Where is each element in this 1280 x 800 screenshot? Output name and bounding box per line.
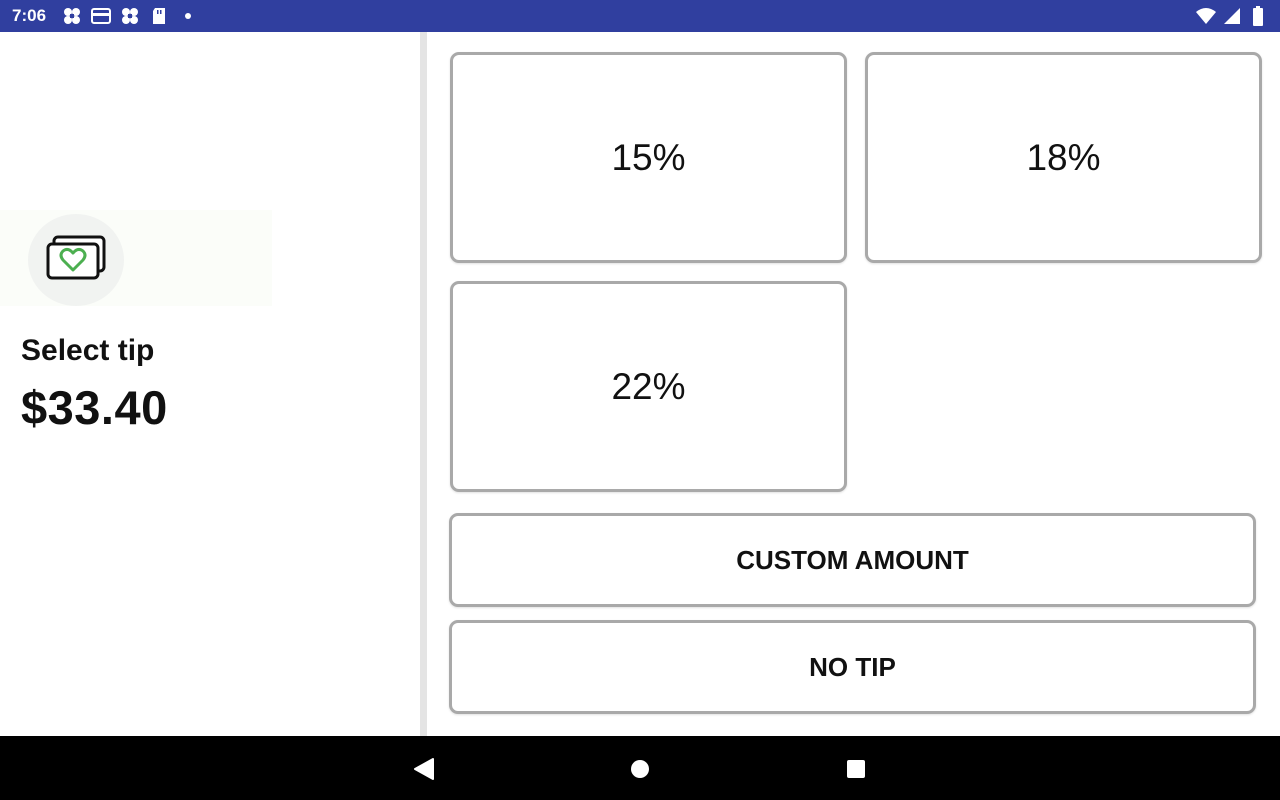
select-tip-label: Select tip: [21, 334, 155, 367]
no-tip-button[interactable]: NO TIP: [449, 620, 1256, 714]
back-icon[interactable]: [411, 756, 437, 782]
tip-icon-circle: [28, 214, 124, 306]
status-bar: 7:06: [0, 0, 1280, 32]
home-icon[interactable]: [627, 756, 653, 782]
notification-icons: [62, 6, 198, 26]
signal-icon: [1222, 6, 1242, 26]
tip-option-18[interactable]: 18%: [865, 52, 1262, 263]
dot-icon: [178, 6, 198, 26]
recents-icon[interactable]: [843, 756, 869, 782]
system-icons: [1196, 6, 1268, 26]
tip-cash-heart-icon: [45, 235, 107, 286]
panel-divider: [420, 32, 427, 736]
app-icon: [120, 6, 140, 26]
tip-icon-area: [0, 210, 272, 306]
wifi-icon: [1196, 6, 1216, 26]
card-icon: [91, 6, 111, 26]
battery-icon: [1248, 6, 1268, 26]
tip-option-22[interactable]: 22%: [450, 281, 847, 492]
total-amount: $33.40: [21, 381, 168, 434]
navigation-bar: [0, 736, 1280, 800]
app-icon: [62, 6, 82, 26]
sd-card-icon: [149, 6, 169, 26]
tip-option-15[interactable]: 15%: [450, 52, 847, 263]
status-time: 7:06: [12, 6, 47, 25]
custom-amount-button[interactable]: CUSTOM AMOUNT: [449, 513, 1256, 607]
